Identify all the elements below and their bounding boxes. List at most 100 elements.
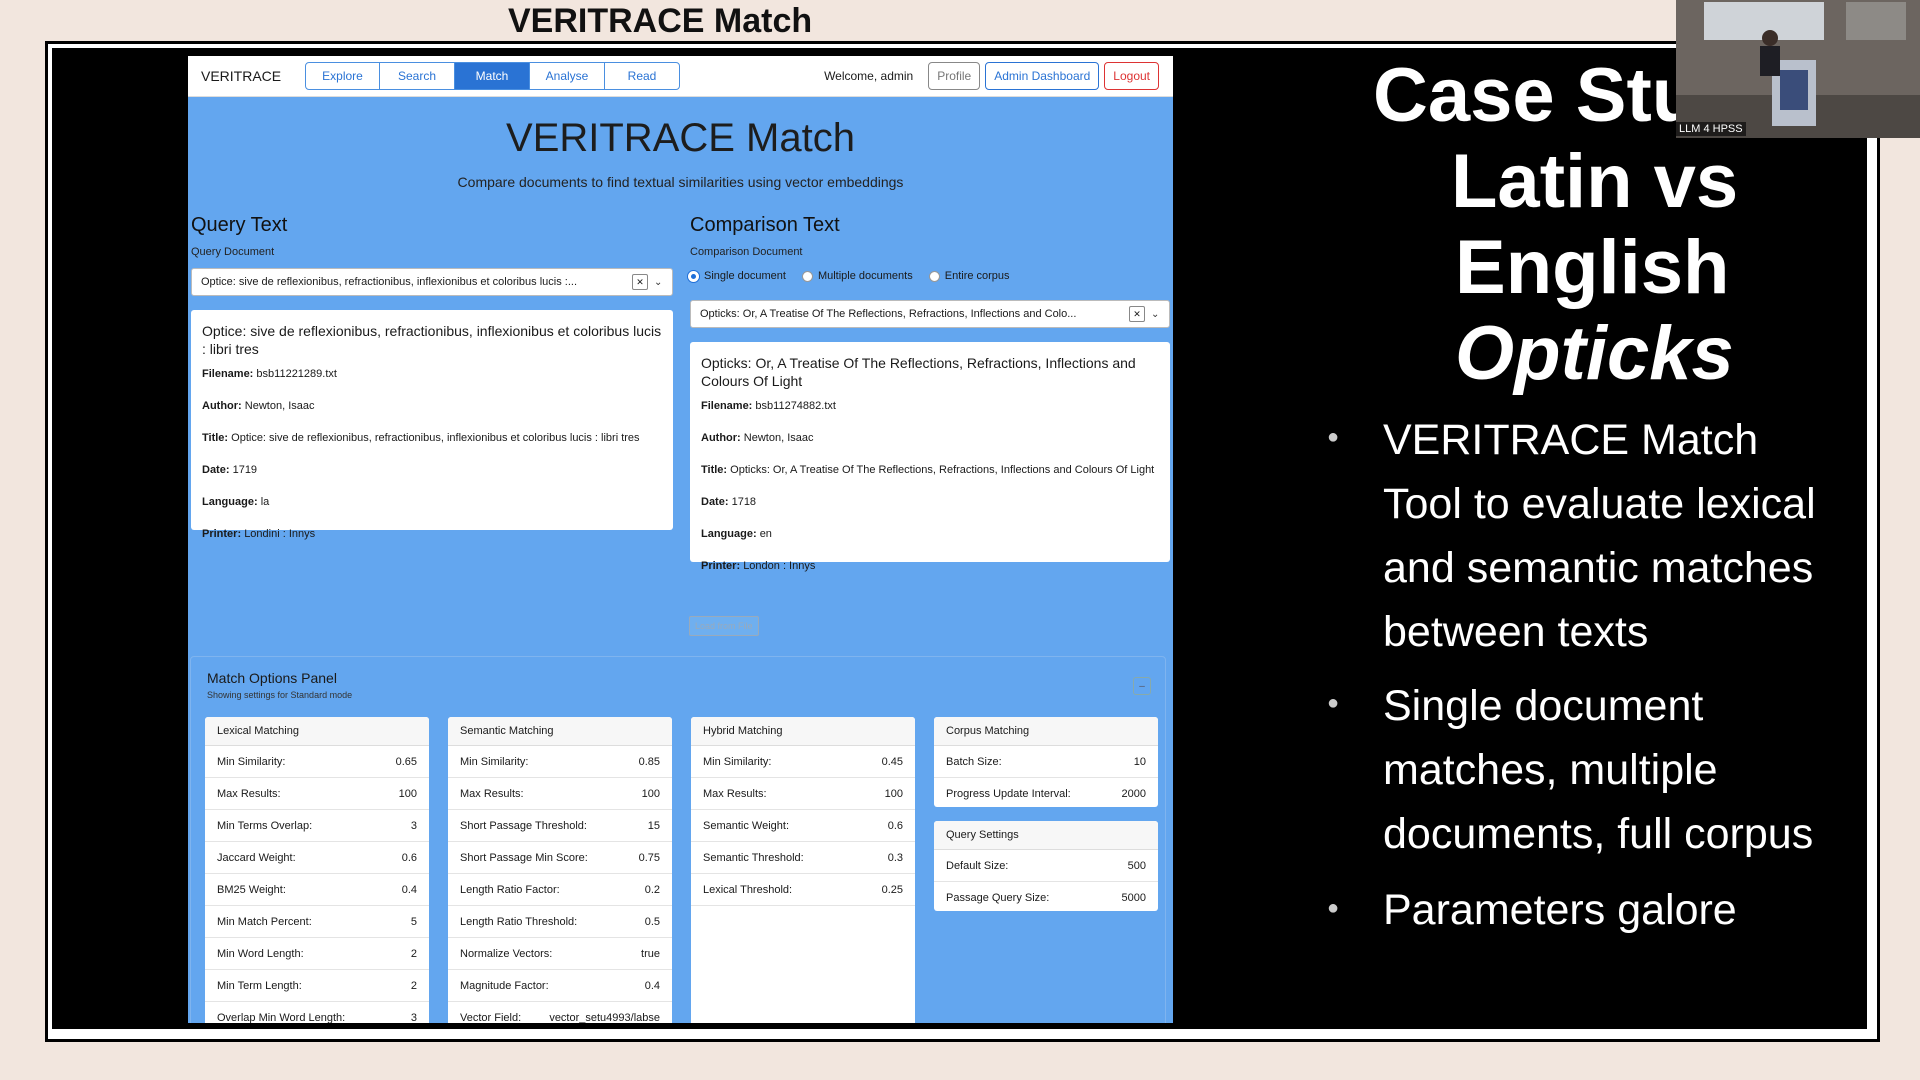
option-row: Min Similarity: 0.45 — [691, 746, 915, 778]
hybrid-matching-card: Hybrid Matching Min Similarity: 0.45 Max R… — [691, 717, 915, 1023]
tab-explore[interactable]: Explore — [305, 62, 380, 90]
heading-line-1: Case Stu — [1373, 53, 1699, 138]
corpus-rows: Batch Size: 10 Progress Update Interval: 20… — [934, 746, 1158, 807]
radio-single[interactable] — [688, 270, 699, 282]
tab-read[interactable]: Read — [604, 62, 680, 90]
option-label: Overlap Min Word Length: — [217, 1011, 346, 1024]
option-label: Passage Query Size: — [946, 891, 1050, 904]
comparison-doc-title: Opticks: Or, A Treatise Of The Reflectio… — [701, 355, 1136, 389]
radio-multiple-label[interactable]: Multiple documents — [818, 270, 913, 282]
query-document-card: Optice: sive de reflexionibus, refractio… — [191, 310, 673, 540]
comparison-document-label: Comparison Document — [690, 246, 803, 258]
logout-button[interactable]: Logout — [1104, 62, 1159, 90]
comparison-mode-radios: Single document Multiple documents Entir… — [688, 270, 1026, 282]
option-label: Normalize Vectors: — [460, 947, 553, 960]
option-value[interactable]: true — [641, 948, 660, 960]
option-row: Progress Update Interval: 2000 — [934, 778, 1158, 807]
heading-line-3: English — [1455, 225, 1730, 310]
option-value[interactable]: 0.65 — [396, 756, 417, 768]
option-value[interactable]: 2 — [411, 948, 417, 960]
query-settings-heading: Query Settings — [934, 821, 1158, 850]
option-value[interactable]: 0.6 — [888, 820, 903, 832]
option-value[interactable]: 0.85 — [639, 756, 660, 768]
option-value[interactable]: 0.5 — [645, 916, 660, 928]
option-row: Short Passage Min Score: 0.75 — [448, 842, 672, 874]
option-value[interactable]: 2 — [411, 980, 417, 992]
option-label: Max Results: — [460, 787, 524, 800]
option-label: Jaccard Weight: — [217, 851, 296, 864]
option-label: Min Terms Overlap: — [217, 819, 313, 832]
option-label: Length Ratio Threshold: — [460, 915, 578, 928]
option-value[interactable]: 0.4 — [402, 884, 417, 896]
option-row: Magnitude Factor: 0.4 — [448, 970, 672, 1002]
option-label: Max Results: — [703, 787, 767, 800]
option-label: Magnitude Factor: — [460, 979, 549, 992]
option-row: Semantic Weight: 0.6 — [691, 810, 915, 842]
corpus-matching-card: Corpus Matching Batch Size: 10 Progress Up… — [934, 717, 1158, 807]
radio-single-label[interactable]: Single document — [704, 270, 786, 282]
option-value[interactable]: 3 — [411, 1012, 417, 1024]
load-from-file-button[interactable]: Load from File — [689, 616, 759, 636]
option-value[interactable]: 2000 — [1122, 788, 1146, 800]
radio-corpus[interactable] — [928, 270, 940, 282]
option-value[interactable]: 100 — [399, 788, 417, 800]
page-subtitle: Compare documents to find textual simila… — [457, 174, 904, 190]
tab-analyse[interactable]: Analyse — [529, 62, 605, 90]
radio-multiple[interactable] — [801, 270, 813, 282]
lexical-heading: Lexical Matching — [205, 717, 429, 746]
option-label: Length Ratio Factor: — [460, 883, 560, 896]
option-row: Normalize Vectors: true — [448, 938, 672, 970]
lexical-rows: Min Similarity: 0.65 Max Results: 100 Min Te… — [205, 746, 429, 1023]
semantic-rows: Min Similarity: 0.85 Max Results: 100 Short … — [448, 746, 672, 1023]
comparison-document-select[interactable]: Opticks: Or, A Treatise Of The Reflectio… — [690, 300, 1170, 328]
bullet-2: Single document matches, multiple docume… — [1383, 682, 1814, 858]
option-value[interactable]: 5 — [411, 916, 417, 928]
option-value[interactable]: 0.25 — [882, 884, 903, 896]
option-value[interactable]: 0.6 — [402, 852, 417, 864]
semantic-matching-card: Semantic Matching Min Similarity: 0.85 Max… — [448, 717, 672, 1023]
option-value[interactable]: 15 — [648, 820, 660, 832]
profile-button[interactable]: Profile — [928, 62, 981, 90]
query-filename: Filename: bsb11221289.txt — [202, 368, 337, 380]
query-doc-title: Optice: sive de reflexionibus, refractio… — [202, 323, 662, 357]
option-row: Max Results: 100 — [205, 778, 429, 810]
app-screenshot: VERITRACE Explore Search Match Analyse R… — [188, 56, 1173, 1023]
option-value[interactable]: 0.45 — [882, 756, 903, 768]
option-label: Progress Update Interval: — [946, 787, 1071, 800]
admin-dashboard-button[interactable]: Admin Dashboard — [985, 62, 1100, 90]
option-label: Short Passage Min Score: — [460, 851, 588, 864]
clear-icon[interactable]: ✕ — [632, 274, 648, 290]
option-value[interactable]: vector_setu4993/labse — [549, 1012, 660, 1024]
option-value[interactable]: 500 — [1128, 860, 1146, 872]
option-value[interactable]: 100 — [642, 788, 660, 800]
option-value[interactable]: 0.75 — [639, 852, 660, 864]
option-value[interactable]: 10 — [1134, 756, 1146, 768]
query-printer: Printer: Londini : Innys — [202, 528, 316, 540]
option-label: Short Passage Threshold: — [460, 819, 587, 832]
collapse-icon[interactable]: – — [1133, 677, 1151, 695]
radio-corpus-label[interactable]: Entire corpus — [945, 270, 1010, 282]
tab-match[interactable]: Match — [454, 62, 530, 90]
option-value[interactable]: 5000 — [1122, 892, 1146, 904]
option-row: Short Passage Threshold: 15 — [448, 810, 672, 842]
corpus-heading: Corpus Matching — [934, 717, 1158, 746]
option-value[interactable]: 0.2 — [645, 884, 660, 896]
speaker-camera: LLM 4 HPSS — [1676, 0, 1920, 138]
slide-title: VERITRACE Match — [508, 2, 813, 40]
option-value[interactable]: 3 — [411, 820, 417, 832]
option-value[interactable]: 100 — [885, 788, 903, 800]
chevron-down-icon[interactable]: ⌄ — [654, 277, 666, 288]
bullet-icon: ● — [1327, 692, 1340, 714]
query-document-select[interactable]: Optice: sive de reflexionibus, refractio… — [191, 268, 673, 296]
brand[interactable]: VERITRACE — [201, 68, 281, 84]
option-value[interactable]: 0.3 — [888, 852, 903, 864]
comparison-heading: Comparison Text — [690, 214, 840, 236]
chevron-down-icon[interactable]: ⌄ — [1151, 309, 1163, 320]
option-row: Max Results: 100 — [448, 778, 672, 810]
option-row: Batch Size: 10 — [934, 746, 1158, 778]
clear-icon[interactable]: ✕ — [1129, 306, 1145, 322]
option-value[interactable]: 0.4 — [645, 980, 660, 992]
tab-search[interactable]: Search — [379, 62, 455, 90]
comparison-language: Language: en — [701, 528, 772, 540]
option-label: Default Size: — [946, 859, 1009, 872]
